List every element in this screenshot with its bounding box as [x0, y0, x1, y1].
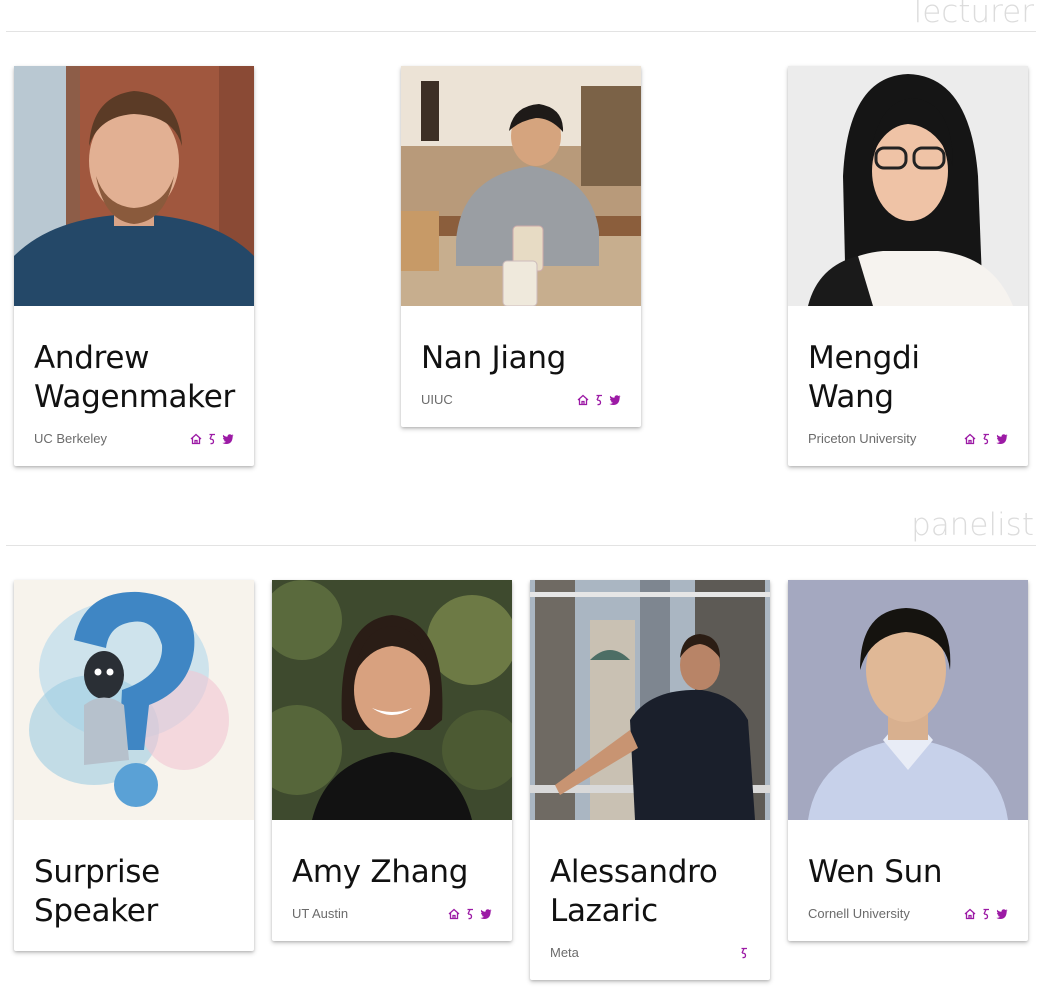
section-divider [6, 545, 1036, 546]
speaker-card: Andrew Wagenmaker UC Berkeley [14, 66, 254, 466]
speaker-photo [14, 580, 254, 820]
section-title-panelist: panelist [911, 507, 1034, 543]
twitter-icon[interactable] [609, 394, 621, 406]
speaker-card: Surprise Speaker [14, 580, 254, 951]
home-icon[interactable] [964, 908, 976, 920]
speaker-affiliation: Cornell University [808, 906, 910, 921]
speaker-name: Mengdi Wang [808, 339, 1008, 417]
speaker-name-line: Mengdi Wang [808, 340, 920, 415]
speaker-photo [272, 580, 512, 820]
twitter-icon[interactable] [996, 433, 1008, 445]
home-icon[interactable] [577, 394, 589, 406]
scholar-icon[interactable] [980, 908, 992, 920]
speaker-card: Amy Zhang UT Austin [272, 580, 512, 941]
speaker-name-line: Wen Sun [808, 854, 943, 890]
speaker-affiliation: Meta [550, 945, 579, 960]
speaker-name: Alessandro Lazaric [550, 853, 750, 931]
speaker-photo [788, 66, 1028, 306]
speaker-card: Nan Jiang UIUC [401, 66, 641, 427]
speaker-card: Alessandro Lazaric Meta [530, 580, 770, 980]
scholar-icon[interactable] [738, 947, 750, 959]
twitter-icon[interactable] [222, 433, 234, 445]
speaker-name: Amy Zhang [292, 853, 492, 892]
speaker-name-line: Andrew [34, 340, 150, 376]
scholar-icon[interactable] [464, 908, 476, 920]
scholar-icon[interactable] [593, 394, 605, 406]
speaker-name: Andrew Wagenmaker [34, 339, 235, 417]
twitter-icon[interactable] [996, 908, 1008, 920]
speaker-name-line: Lazaric [550, 893, 658, 929]
scholar-icon[interactable] [206, 433, 218, 445]
speaker-affiliation: Priceton University [808, 431, 917, 446]
speaker-affiliation: UT Austin [292, 906, 349, 921]
speaker-affiliation: UC Berkeley [34, 431, 107, 446]
speaker-card: Wen Sun Cornell University [788, 580, 1028, 941]
speaker-name-line: Nan Jiang [421, 340, 567, 376]
speaker-photo [788, 580, 1028, 820]
speaker-name-line: Alessandro [550, 854, 718, 890]
twitter-icon[interactable] [480, 908, 492, 920]
home-icon[interactable] [448, 908, 460, 920]
speaker-name-line: Amy Zhang [292, 854, 469, 890]
speaker-name-line: Wagenmaker [34, 379, 235, 415]
scholar-icon[interactable] [980, 433, 992, 445]
speaker-affiliation: UIUC [421, 392, 453, 407]
home-icon[interactable] [190, 433, 202, 445]
speaker-name: Nan Jiang [421, 339, 621, 378]
section-title-lecturer: lecturer [913, 0, 1034, 30]
home-icon[interactable] [964, 433, 976, 445]
speaker-card: Mengdi Wang Priceton University [788, 66, 1028, 466]
speaker-photo [401, 66, 641, 306]
speaker-name: Surprise Speaker [34, 853, 234, 931]
speaker-name-line: Surprise [34, 854, 160, 890]
speaker-photo [530, 580, 770, 820]
speaker-name: Wen Sun [808, 853, 1008, 892]
speaker-name-line: Speaker [34, 893, 158, 929]
speaker-photo [14, 66, 254, 306]
section-divider [6, 31, 1036, 32]
